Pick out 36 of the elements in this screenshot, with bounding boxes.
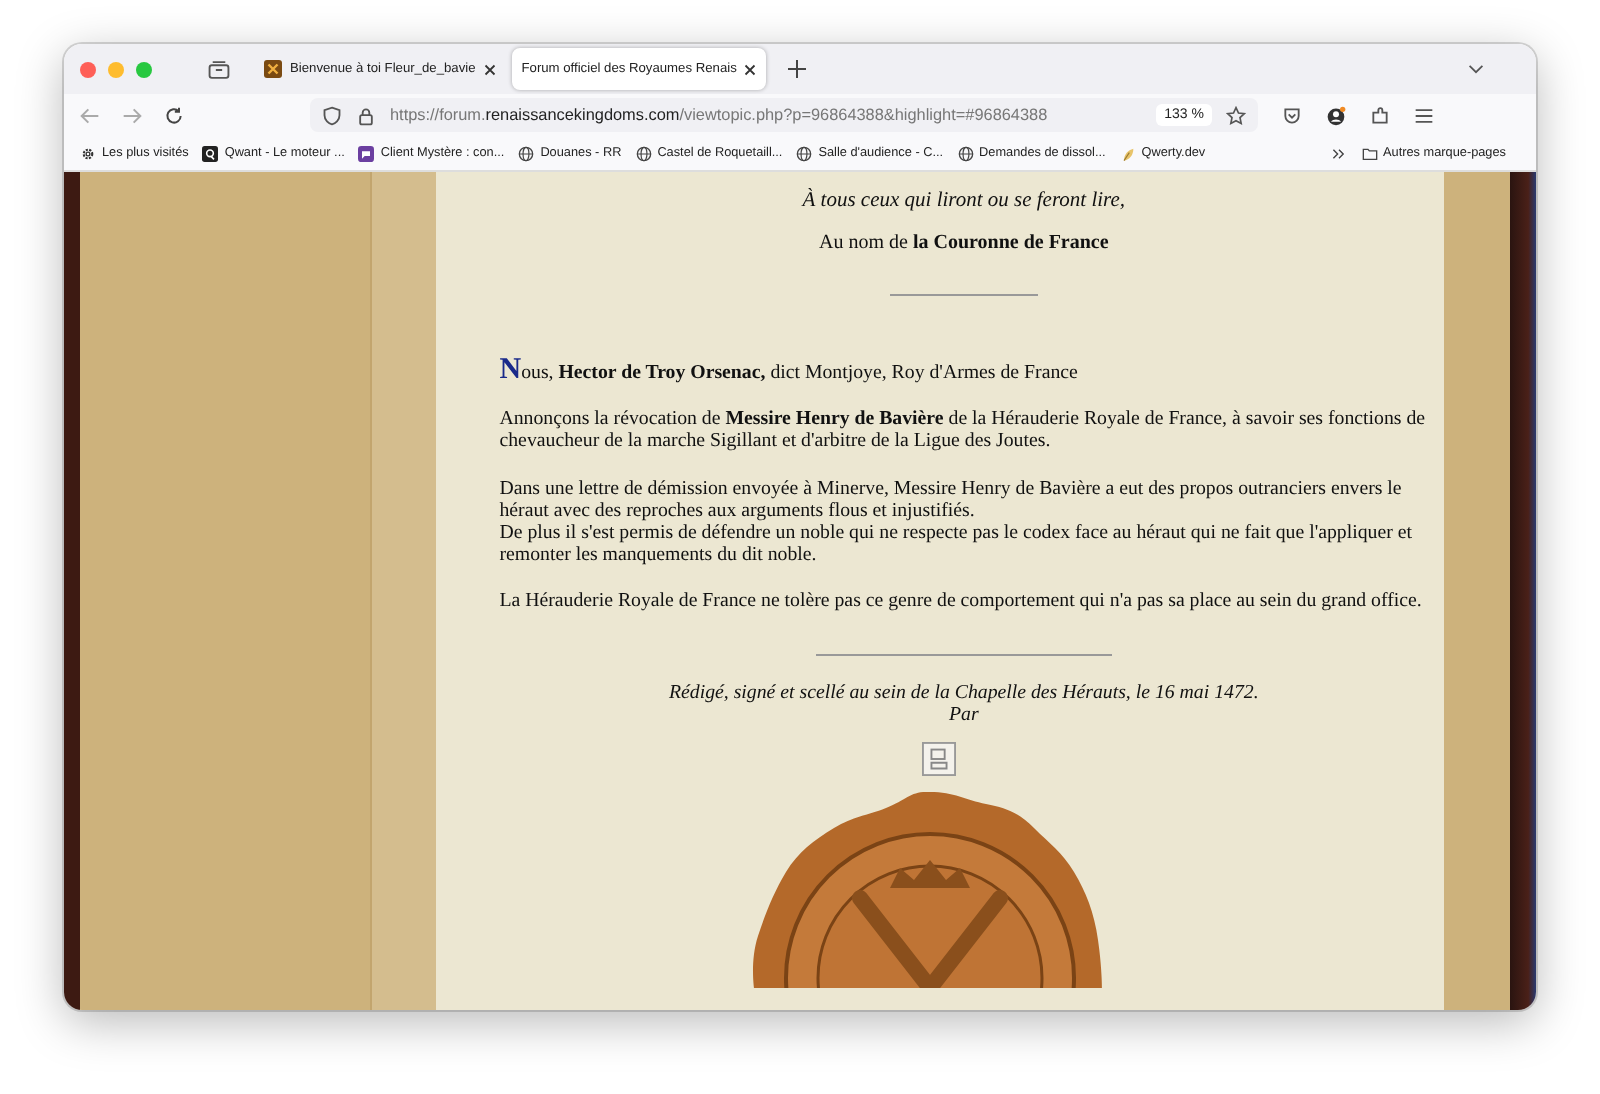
broken-image-icon	[922, 741, 957, 776]
by-text: Par	[946, 703, 981, 726]
star-icon[interactable]	[1226, 105, 1246, 125]
url-text: https://forum.renaissancekingdoms.com/viewtopic.php?p=96864388&highlight=#96864388	[390, 106, 1048, 124]
site-favicon-icon	[264, 60, 282, 78]
letter-paragraph: La Hérauderie Royale de France ne tolère pas ce genre de comportement qui n'a pas sa place au sein du grand office.	[499, 590, 1424, 614]
leaf-icon	[1119, 145, 1136, 161]
letter-paragraph: Dans une lettre de démission envoyée à Minerve, Messire Henry de Bavière a eut des propos outranciers envers le héraut avec des reproches aux arguments flous et injustifiés.	[499, 477, 1404, 523]
globe-icon	[518, 145, 535, 161]
account-icon[interactable]	[1326, 105, 1346, 125]
chat-bubble-icon	[358, 145, 375, 161]
letter-paragraph: De plus il s'est permis de défendre un noble qui ne respecte pas le codex face au héraut qui ne fait que l'appliquer et remonter les manquements du dit noble.	[499, 522, 1414, 567]
signature-line: Rédigé, signé et scellé au sein de la Chapelle des Hérauts, le 16 mai 1472.	[666, 681, 1261, 704]
new-tab-icon[interactable]	[788, 60, 807, 78]
globe-icon	[957, 145, 974, 161]
shield-icon[interactable]	[322, 105, 342, 125]
menu-icon[interactable]	[1414, 105, 1434, 125]
pocket-icon[interactable]	[1282, 105, 1302, 125]
folder-icon	[1361, 145, 1378, 161]
tab-overview-icon[interactable]	[208, 59, 230, 79]
q-logo-icon	[202, 145, 219, 161]
tab-list-chevron-icon[interactable]	[1468, 64, 1484, 74]
opening-line: Nous, Hector de Troy Orsenac, dict Montjoye, Roy d'Armes de France	[499, 360, 1080, 385]
letter-paragraph: Annonçons la révocation de Messire Henry de Bavière de la Hérauderie Royale de France, à savoir ses fonctions de chevaucheur de la marche Sigillant et d'arbitre de la Ligue des Joutes.	[499, 408, 1428, 454]
invocation-text: Au nom de la Couronne de France	[816, 232, 1111, 254]
extensions-icon[interactable]	[1370, 105, 1390, 125]
close-tab-icon[interactable]	[483, 63, 496, 75]
more-bookmarks-chevron-icon[interactable]	[1331, 147, 1346, 159]
reload-icon[interactable]	[164, 105, 184, 125]
globe-icon	[635, 145, 652, 161]
gear-icon	[80, 145, 96, 161]
globe-icon	[796, 145, 813, 161]
close-window-icon[interactable]	[80, 61, 96, 77]
salutation-text: À tous ceux qui liront ou se feront lire,	[799, 190, 1128, 212]
close-tab-icon[interactable]	[744, 63, 757, 75]
lock-icon[interactable]	[356, 105, 376, 125]
